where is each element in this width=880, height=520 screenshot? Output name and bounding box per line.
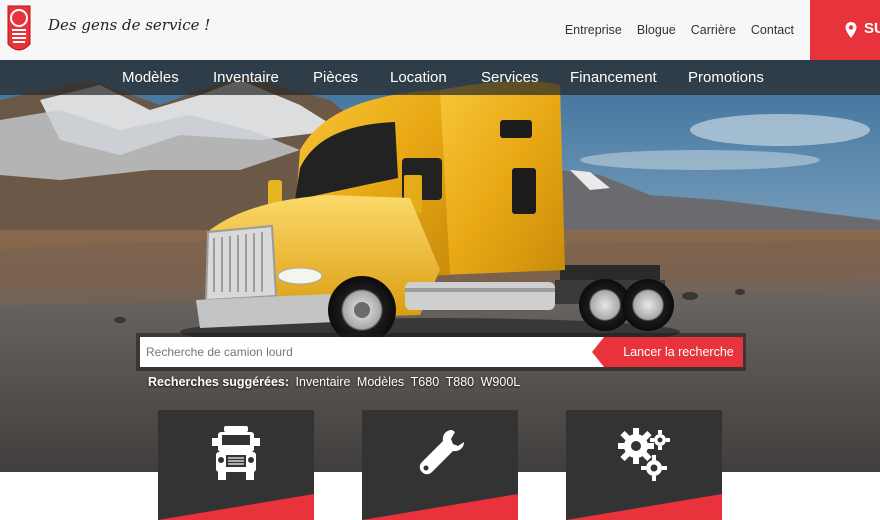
toplink-carriere[interactable]: Carrière [691, 23, 736, 37]
locate-dealer-button[interactable]: SU [810, 0, 880, 60]
suggestion-modeles[interactable]: Modèles [357, 375, 404, 389]
card-stripe [362, 494, 518, 520]
suggestion-inventaire[interactable]: Inventaire [296, 375, 351, 389]
nav-pieces[interactable]: Pièces [313, 69, 358, 86]
card-services[interactable] [566, 410, 722, 520]
wrench-icon [419, 430, 464, 475]
nav-location[interactable]: Location [390, 69, 447, 86]
search-button-arrow [592, 337, 604, 367]
card-stripe [566, 494, 722, 520]
toplink-entreprise[interactable]: Entreprise [565, 23, 622, 37]
suggestion-w900l[interactable]: W900L [481, 375, 521, 389]
gears-icon [618, 428, 670, 481]
toplink-blogue[interactable]: Blogue [637, 23, 676, 37]
truck-icon [212, 426, 260, 480]
tagline: Des gens de service ! [48, 16, 211, 34]
top-links: Entreprise Blogue Carrière Contact [565, 23, 794, 37]
toplink-contact[interactable]: Contact [751, 23, 794, 37]
kenworth-logo[interactable] [4, 4, 34, 56]
card-stripe [158, 494, 314, 520]
search-button[interactable]: Lancer la recherche [604, 337, 743, 367]
nav-inventaire[interactable]: Inventaire [213, 69, 279, 86]
nav-services[interactable]: Services [481, 69, 539, 86]
nav-financement[interactable]: Financement [570, 69, 657, 86]
suggested-searches: Recherches suggérées: Inventaire Modèles… [148, 375, 520, 389]
nav-promotions[interactable]: Promotions [688, 69, 764, 86]
top-bar: Des gens de service ! Entreprise Blogue … [0, 0, 880, 60]
map-pin-icon [845, 22, 857, 38]
suggested-searches-label: Recherches suggérées: [148, 375, 290, 389]
locate-label: SU [864, 20, 880, 37]
nav-modeles[interactable]: Modèles [122, 69, 179, 86]
suggestion-t680[interactable]: T680 [411, 375, 440, 389]
main-nav: Modèles Inventaire Pièces Location Servi… [0, 60, 880, 95]
card-parts-service[interactable] [362, 410, 518, 520]
card-inventory[interactable] [158, 410, 314, 520]
suggestion-t880[interactable]: T880 [446, 375, 475, 389]
